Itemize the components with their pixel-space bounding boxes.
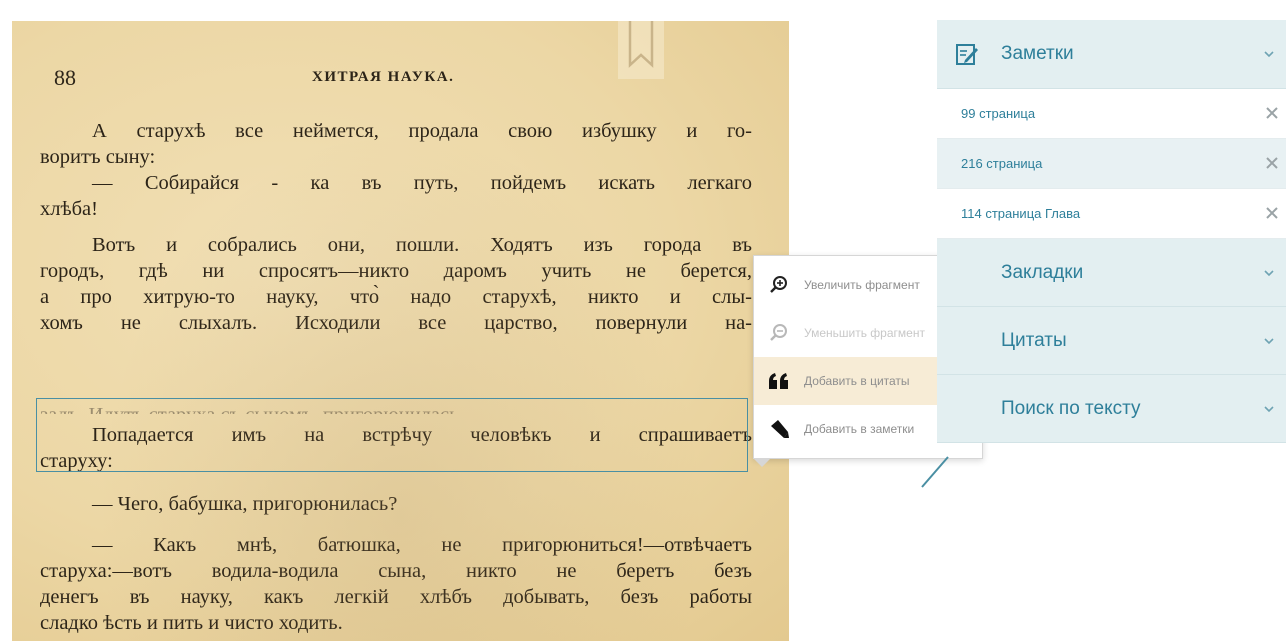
bookmark-ribbon-icon[interactable] <box>618 21 664 79</box>
note-item[interactable]: 216 страница <box>937 139 1286 189</box>
note-item-label: 216 страница <box>961 156 1043 171</box>
quotes-section-title: Цитаты <box>1001 329 1067 351</box>
quote-icon <box>754 373 804 389</box>
text-line: — Собирайся - ка въ путь, пойдемъ искать… <box>92 172 752 194</box>
menu-item-label: Уменьшить фрагмент <box>804 326 925 340</box>
note-item-label: 99 страница <box>961 106 1036 121</box>
pen-stroke-decoration-icon <box>921 456 949 488</box>
text-selection-highlight[interactable] <box>36 398 748 472</box>
bookmarks-section-title: Закладки <box>1001 261 1084 283</box>
close-icon[interactable] <box>1265 156 1279 170</box>
close-icon[interactable] <box>1265 206 1279 220</box>
note-item[interactable]: 99 страница <box>937 89 1286 139</box>
notes-section-title: Заметки <box>1001 43 1074 64</box>
text-line: хлѣба! <box>40 198 98 220</box>
chevron-down-icon[interactable] <box>1263 337 1275 345</box>
reader-window: 88 ХИТРАЯ НАУКА. А старухѣ все неймется,… <box>0 0 1286 641</box>
page-number: 88 <box>54 65 76 90</box>
menu-item-label: Увеличить фрагмент <box>804 278 920 292</box>
text-line: старуха:—вотъ водила-водила сына, никто … <box>40 560 752 582</box>
pen-icon <box>754 418 804 440</box>
chevron-down-icon[interactable] <box>1263 405 1275 413</box>
text-line: — Чего, бабушка, пригорюнилась? <box>92 493 398 515</box>
notes-section-header[interactable]: Заметки <box>937 20 1286 89</box>
note-item-label: 114 страница Глава <box>961 206 1081 221</box>
zoom-in-icon <box>754 275 804 295</box>
text-line: денегъ въ науку, какъ легкій хлѣбъ добыв… <box>40 586 752 608</box>
note-item[interactable]: 114 страница Глава <box>937 189 1286 239</box>
text-line: городъ, гдѣ ни спросятъ—никто даромъ учи… <box>40 260 752 282</box>
book-page-scan[interactable]: 88 ХИТРАЯ НАУКА. А старухѣ все неймется,… <box>12 21 789 641</box>
chevron-down-icon[interactable] <box>1263 269 1275 277</box>
bookmarks-section-header[interactable]: Закладки <box>937 239 1286 307</box>
chevron-down-icon[interactable] <box>1263 50 1275 58</box>
running-head: ХИТРАЯ НАУКА. <box>312 69 455 85</box>
side-panel: Заметки 99 страница 216 страница 114 стр… <box>937 20 1286 443</box>
text-line: хомъ не слыхалъ. Исходили все царство, п… <box>40 312 752 334</box>
text-line: а про хитрую-то науку, что̀ надо старухѣ… <box>40 286 752 308</box>
search-section-header[interactable]: Поиск по тексту <box>937 375 1286 443</box>
text-line: воритъ сыну: <box>40 146 156 168</box>
quotes-section-header[interactable]: Цитаты <box>937 307 1286 375</box>
notes-edit-icon <box>956 44 978 65</box>
text-line: А старухѣ все неймется, продала свою изб… <box>92 120 752 142</box>
search-section-title: Поиск по тексту <box>1001 397 1141 419</box>
close-icon[interactable] <box>1265 106 1279 120</box>
menu-item-label: Добавить в цитаты <box>804 374 910 388</box>
menu-item-label: Добавить в заметки <box>804 422 915 436</box>
text-line: Вотъ и собрались они, пошли. Ходятъ изъ … <box>92 234 752 256</box>
text-line: — Какъ мнѣ, батюшка, не пригорюниться!—о… <box>92 534 752 556</box>
text-line: сладко ѣсть и пить и чисто ходить. <box>40 612 343 634</box>
zoom-out-icon <box>754 323 804 343</box>
